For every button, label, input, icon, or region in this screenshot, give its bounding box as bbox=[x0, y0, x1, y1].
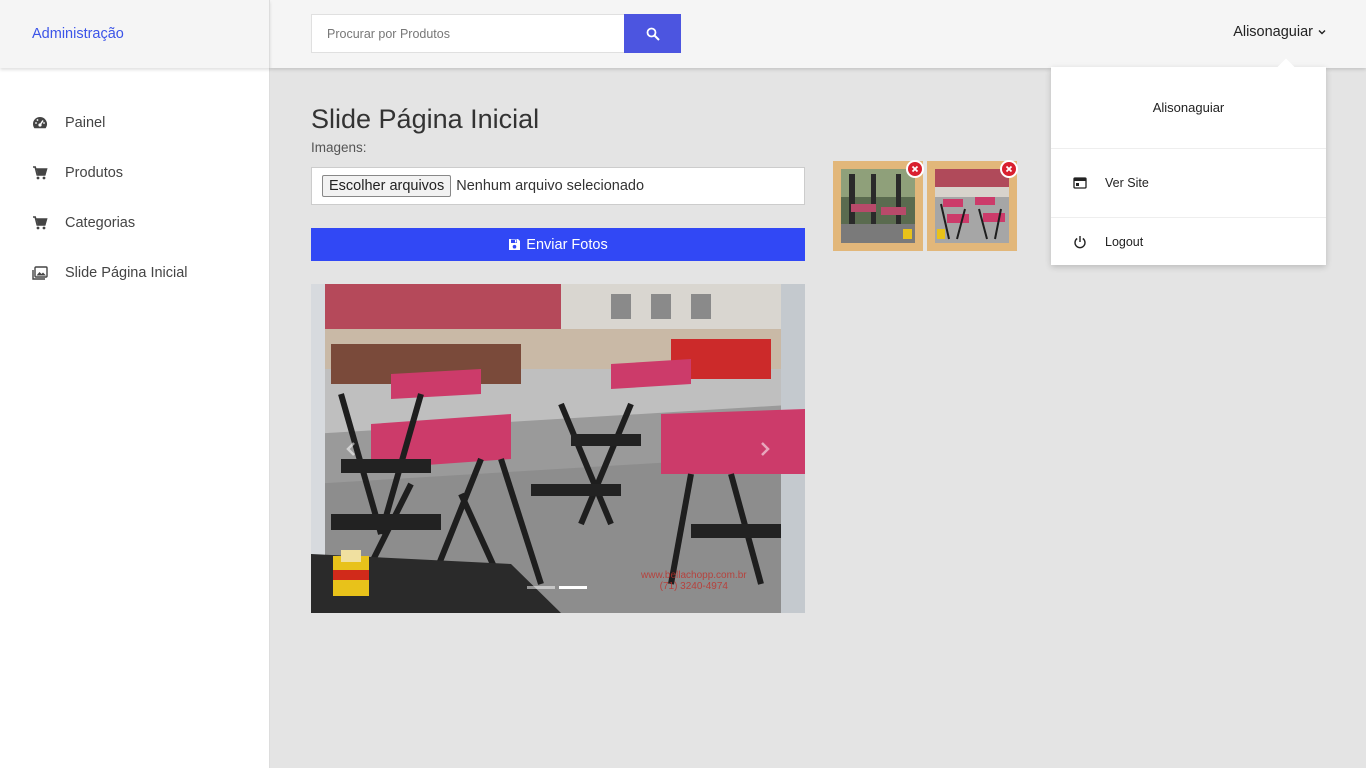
sidebar-item-categorias[interactable]: Categorias bbox=[0, 198, 269, 248]
logout-label: Logout bbox=[1105, 234, 1144, 249]
file-status: Nenhum arquivo selecionado bbox=[456, 178, 645, 194]
sidebar-item-label: Produtos bbox=[65, 165, 124, 181]
sidebar-item-label: Painel bbox=[65, 115, 106, 131]
sidebar-item-label: Slide Página Inicial bbox=[65, 265, 188, 281]
chevron-left-icon bbox=[346, 441, 356, 457]
logout-link[interactable]: Logout bbox=[1051, 218, 1326, 265]
search-icon bbox=[646, 27, 660, 41]
browser-window-icon bbox=[1073, 176, 1087, 190]
carousel-indicator[interactable] bbox=[527, 586, 555, 589]
watermark-line-2: (71) 3240-4974 bbox=[659, 581, 728, 592]
brand-title[interactable]: Administração bbox=[32, 26, 124, 42]
carousel-indicator-active[interactable] bbox=[559, 586, 587, 589]
user-menu-toggle[interactable]: Alisonaguiar bbox=[1233, 24, 1326, 40]
images-label: Imagens: bbox=[311, 140, 367, 155]
send-photos-button[interactable]: Enviar Fotos bbox=[311, 228, 805, 261]
close-circle-icon bbox=[1002, 162, 1016, 176]
images-icon bbox=[32, 265, 48, 281]
dashboard-icon bbox=[32, 115, 48, 131]
dropdown-user-name: Alisonaguiar bbox=[1051, 67, 1326, 149]
search-bar bbox=[311, 14, 681, 53]
slide-watermark: www.bellachopp.com.br (71) 3240-4974 bbox=[641, 570, 747, 592]
carousel-next-button[interactable] bbox=[750, 434, 780, 464]
topbar: Alisonaguiar bbox=[270, 0, 1366, 68]
choose-files-button[interactable]: Escolher arquivos bbox=[322, 175, 452, 197]
thumbnail-image bbox=[935, 169, 1009, 243]
power-icon bbox=[1073, 235, 1087, 249]
send-photos-label: Enviar Fotos bbox=[526, 236, 608, 253]
save-icon bbox=[508, 238, 521, 251]
carousel-indicators bbox=[527, 586, 587, 589]
search-input[interactable] bbox=[311, 14, 624, 53]
chevron-down-icon bbox=[1318, 29, 1326, 35]
slide-carousel: www.bellachopp.com.br (71) 3240-4974 bbox=[311, 284, 805, 613]
slide-image bbox=[311, 284, 805, 613]
brand-header: Administração bbox=[0, 0, 270, 68]
user-name: Alisonaguiar bbox=[1233, 24, 1313, 40]
thumbnail-image bbox=[841, 169, 915, 243]
sidebar-item-produtos[interactable]: Produtos bbox=[0, 148, 269, 198]
thumbnail-1 bbox=[833, 160, 924, 251]
delete-image-button[interactable] bbox=[906, 160, 924, 178]
thumbnail-2 bbox=[927, 160, 1018, 251]
chevron-right-icon bbox=[760, 441, 770, 457]
close-circle-icon bbox=[908, 162, 922, 176]
cart-icon bbox=[32, 165, 48, 181]
ver-site-link[interactable]: Ver Site bbox=[1051, 149, 1326, 218]
sidebar: Painel Produtos Categorias Slide Página … bbox=[0, 68, 270, 768]
sidebar-item-painel[interactable]: Painel bbox=[0, 98, 269, 148]
file-input[interactable]: Escolher arquivos Nenhum arquivo selecio… bbox=[311, 167, 805, 205]
page-title: Slide Página Inicial bbox=[311, 104, 540, 134]
user-dropdown: Alisonaguiar Ver Site Logout bbox=[1051, 67, 1326, 265]
sidebar-item-label: Categorias bbox=[65, 215, 136, 231]
cart-icon bbox=[32, 215, 48, 231]
delete-image-button[interactable] bbox=[1000, 160, 1018, 178]
ver-site-label: Ver Site bbox=[1105, 176, 1149, 190]
watermark-line-1: www.bellachopp.com.br bbox=[641, 570, 747, 581]
search-button[interactable] bbox=[624, 14, 681, 53]
carousel-prev-button[interactable] bbox=[336, 434, 366, 464]
sidebar-item-slide-pagina-inicial[interactable]: Slide Página Inicial bbox=[0, 248, 269, 298]
